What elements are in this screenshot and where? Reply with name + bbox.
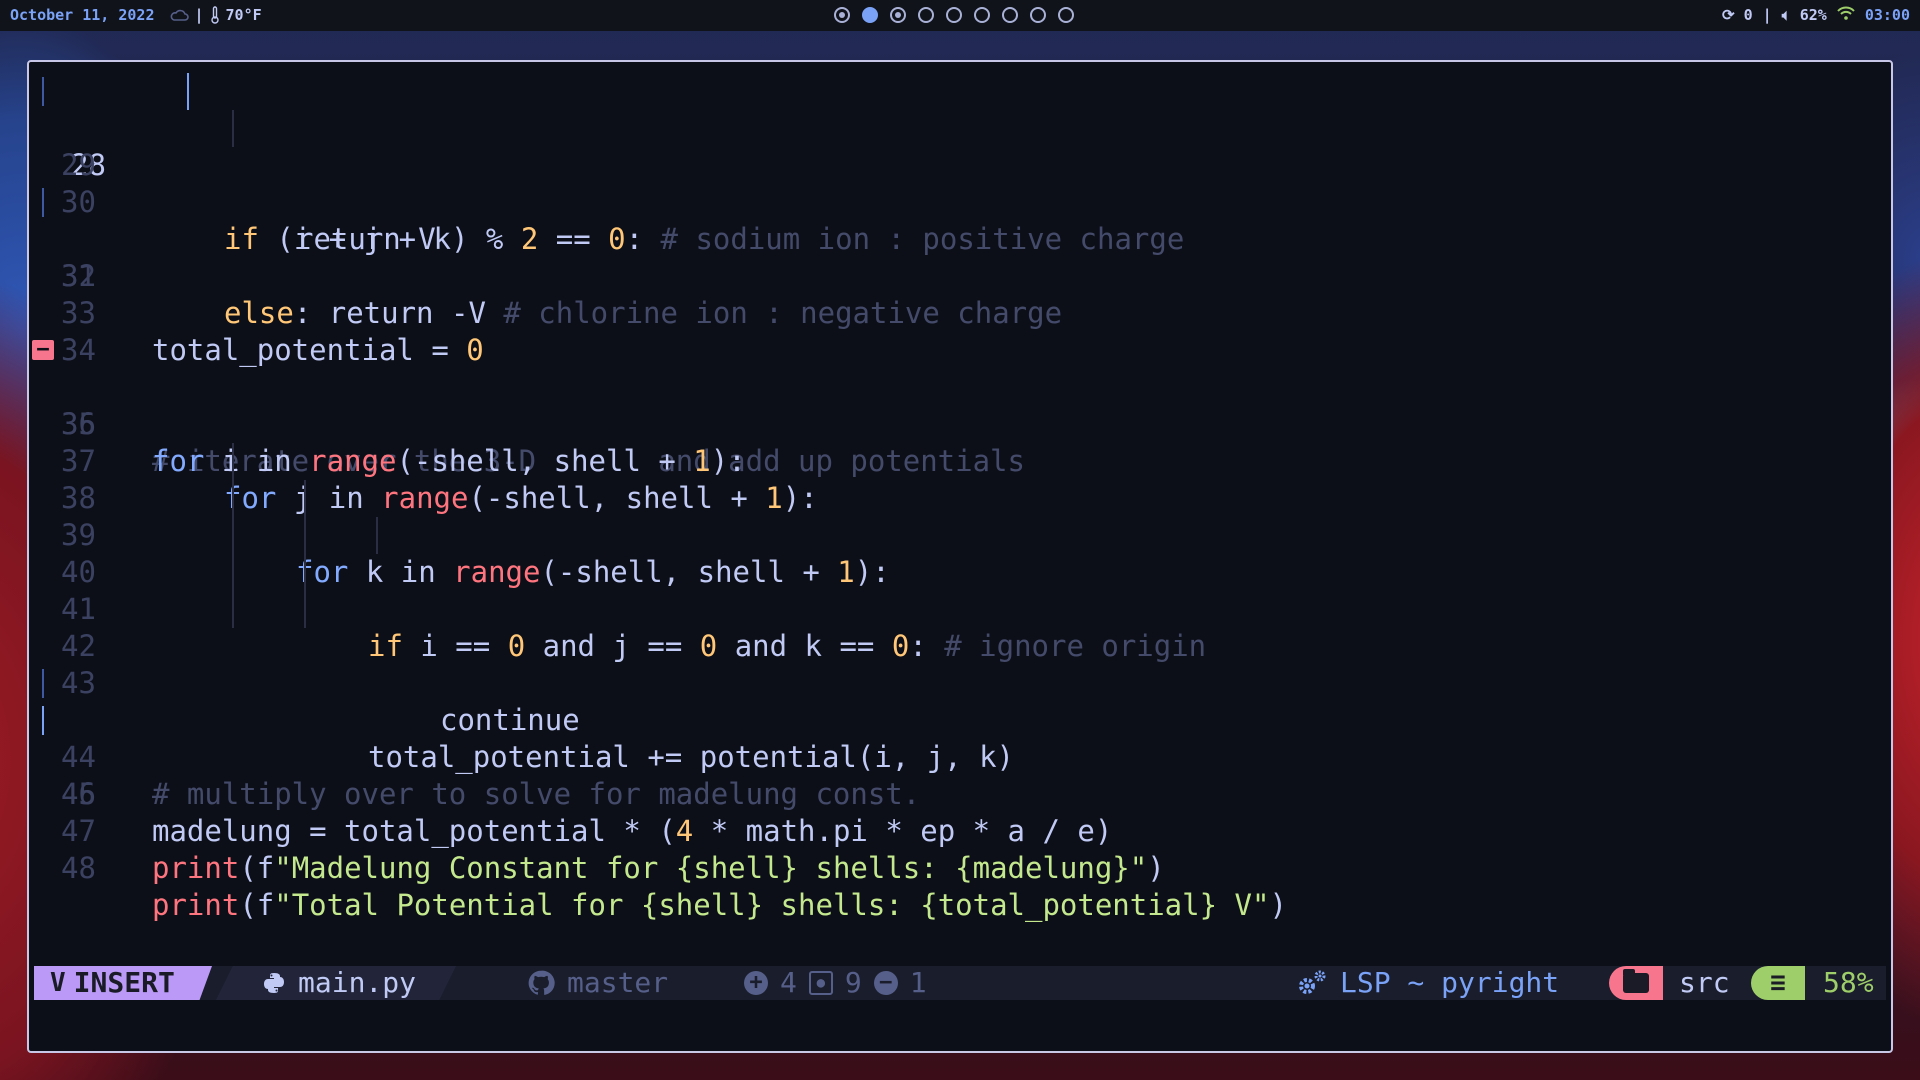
indent-guide xyxy=(232,517,234,554)
added-icon: + xyxy=(744,971,768,995)
indent-guide xyxy=(304,554,306,591)
added-count: 4 xyxy=(780,966,797,999)
code-line[interactable]: 43 xyxy=(29,628,1891,700)
directory-name: src xyxy=(1679,966,1730,999)
git-diff-stats: + 4 ● 9 − 1 xyxy=(744,966,927,1000)
code-line[interactable]: 31 else: return -V # chlorine ion : nega… xyxy=(29,184,1891,330)
code-line[interactable]: 28 if (i + j + k) % 2 == 0: # sodium ion… xyxy=(29,73,1891,256)
topbar-right: ⟳ 0 | 🔈︎ 62% 03:00 xyxy=(1722,6,1910,24)
workspace-2[interactable] xyxy=(862,7,878,23)
code-line[interactable]: 41 xyxy=(29,554,1891,626)
lsp-name: LSP ~ pyright xyxy=(1340,966,1560,999)
code-line[interactable]: 38 for k in range(-shell, shell + 1): xyxy=(29,443,1891,589)
indent-guide xyxy=(232,480,234,517)
indent-guide xyxy=(304,480,306,517)
indent-guide xyxy=(304,517,306,554)
code-line[interactable]: 33 total_potential = 0 xyxy=(29,258,1891,367)
lines-icon: ≡ xyxy=(1770,968,1786,998)
scroll-percent: 58% xyxy=(1823,966,1874,1000)
gears-icon xyxy=(1299,970,1326,994)
temperature-label: 70°F xyxy=(225,6,262,24)
git-change-marker xyxy=(42,706,44,735)
workspace-4[interactable] xyxy=(918,7,934,23)
cloud-icon xyxy=(170,9,189,21)
indent-guide xyxy=(232,591,234,628)
thermometer-icon xyxy=(210,6,219,24)
file-name-segment[interactable]: main.py xyxy=(216,966,456,1000)
volume-widget[interactable]: 🔈︎ 62% xyxy=(1782,6,1827,24)
mode-indicator: V INSERT xyxy=(34,966,212,1000)
workspace-6[interactable] xyxy=(974,7,990,23)
indent-guide xyxy=(232,110,234,147)
code-line[interactable]: 45 madelung = total_potential * (4 * mat… xyxy=(29,702,1891,848)
weather-widget[interactable]: | 70°F xyxy=(169,6,262,24)
indent-guide xyxy=(187,73,189,110)
code-line[interactable]: 36 for i in range(-shell, shell + 1): xyxy=(29,369,1891,478)
code-line[interactable]: 46 xyxy=(29,739,1891,811)
code-line[interactable]: 37 for j in range(-shell, shell + 1): xyxy=(29,406,1891,515)
code-line[interactable]: 30 xyxy=(29,147,1891,219)
mode-label: INSERT xyxy=(73,966,175,999)
workspace-5[interactable] xyxy=(946,7,962,23)
changed-icon: ● xyxy=(808,971,833,995)
code-text: print(f"Madelung Constant for {shell} sh… xyxy=(152,851,1165,885)
line-number: 48 xyxy=(61,851,96,885)
code-line[interactable]: 34 xyxy=(29,295,1891,367)
speaker-icon: 🔈︎ xyxy=(1781,6,1791,24)
branch-name: master xyxy=(567,966,669,999)
folder-icon xyxy=(1623,969,1649,993)
separator: | xyxy=(194,6,204,24)
code-line[interactable]: 44 # multiply over to solve for madelung… xyxy=(29,665,1891,811)
code-line[interactable]: 32 xyxy=(29,221,1891,293)
indent-guide xyxy=(376,517,378,554)
code-text: print(f"Total Potential for {shell} shel… xyxy=(152,888,1287,922)
status-line: V INSERT main.py master + 4 ● 9 − 1 LSP … xyxy=(34,966,1886,1000)
volume-label: 62% xyxy=(1799,6,1827,24)
clock-label[interactable]: 03:00 xyxy=(1865,6,1910,24)
vim-icon: V xyxy=(50,968,66,998)
github-icon xyxy=(528,970,555,995)
removed-icon: − xyxy=(873,971,898,995)
code-line[interactable]: 40 continue xyxy=(29,517,1891,737)
code-line[interactable]: 39 if i == 0 and j == 0 and k == 0: # ig… xyxy=(29,480,1891,663)
git-change-marker xyxy=(42,188,44,217)
editor-window[interactable]: 28 if (i + j + k) % 2 == 0: # sodium ion… xyxy=(27,60,1893,1053)
folder-pill xyxy=(1609,966,1663,1000)
progress-pill: ≡ xyxy=(1751,966,1805,1000)
workspace-9[interactable] xyxy=(1058,7,1074,23)
workspace-7[interactable] xyxy=(1002,7,1018,23)
top-bar: October 11, 2022 | 70°F ⟳ 0 | 🔈︎ 62% 03:… xyxy=(0,0,1920,31)
code-line[interactable]: 47 print(f"Madelung Constant for {shell}… xyxy=(29,776,1891,885)
code-area[interactable]: 28 if (i + j + k) % 2 == 0: # sodium ion… xyxy=(29,73,1891,922)
indent-guide xyxy=(304,591,306,628)
date-label[interactable]: October 11, 2022 xyxy=(10,6,155,24)
indent-guide xyxy=(232,443,234,480)
code-line[interactable]: 29 return V xyxy=(29,110,1891,256)
code-line[interactable]: 42 total_potential += potential(i, j, k) xyxy=(29,591,1891,774)
workspace-8[interactable] xyxy=(1030,7,1046,23)
lsp-segment[interactable]: LSP ~ pyright xyxy=(1296,966,1559,1000)
workspace-switcher xyxy=(834,7,1074,23)
python-icon xyxy=(264,973,284,993)
code-line[interactable]: − 35 # iterate over the 3-D shell and ad… xyxy=(29,332,1891,478)
git-branch-segment[interactable]: master xyxy=(527,966,668,1000)
file-name: main.py xyxy=(298,966,417,999)
updates-count: 0 xyxy=(1743,6,1753,24)
git-delete-marker: − xyxy=(32,339,54,361)
removed-count: 1 xyxy=(909,966,927,999)
topbar-left: October 11, 2022 | 70°F xyxy=(10,6,262,24)
git-change-marker xyxy=(42,77,44,106)
directory-segment[interactable]: src xyxy=(1679,966,1730,1000)
workspace-1[interactable] xyxy=(834,7,850,23)
separator: | xyxy=(1762,6,1772,24)
refresh-icon: ⟳ xyxy=(1722,6,1735,24)
updates-widget[interactable]: ⟳ 0 xyxy=(1722,6,1753,24)
workspace-3[interactable] xyxy=(890,7,906,23)
code-line[interactable]: 48 print(f"Total Potential for {shell} s… xyxy=(29,813,1891,922)
percent-label: 58% xyxy=(1823,966,1874,999)
changed-count: 9 xyxy=(844,966,862,999)
wifi-icon[interactable] xyxy=(1837,6,1855,24)
indent-guide xyxy=(232,554,234,591)
git-change-marker xyxy=(42,669,44,698)
